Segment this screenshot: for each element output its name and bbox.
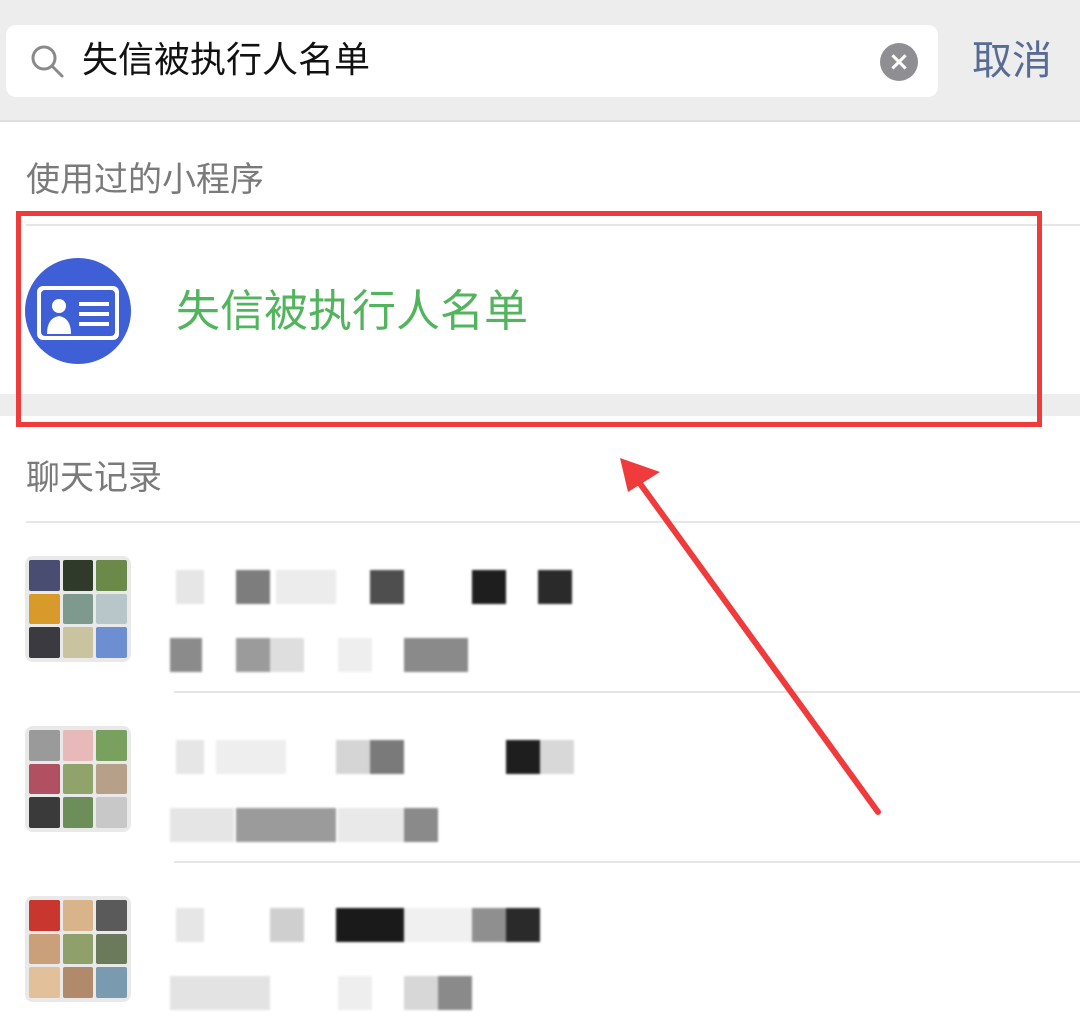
search-icon	[31, 45, 64, 78]
divider	[174, 861, 1080, 863]
divider	[174, 691, 1080, 693]
blurred-chat-title	[176, 570, 576, 604]
blurred-chat-subtitle	[170, 808, 470, 842]
blurred-chat-subtitle	[170, 976, 472, 1010]
clear-search-icon[interactable]: ×	[880, 43, 918, 81]
blurred-chat-title	[176, 740, 576, 774]
section-separator	[0, 394, 1080, 416]
search-input[interactable]: 失信被执行人名单	[6, 25, 938, 97]
mini-programs-section-header: 使用过的小程序	[26, 160, 264, 200]
blurred-chat-subtitle	[170, 638, 470, 672]
id-card-icon	[25, 258, 131, 364]
search-bar: 失信被执行人名单 × 取消	[0, 0, 1080, 122]
chat-result-row[interactable]	[0, 694, 1080, 862]
group-avatar-icon	[25, 556, 131, 662]
mini-program-name: 失信被执行人名单	[176, 286, 528, 337]
mini-program-item[interactable]: 失信被执行人名单	[0, 228, 1080, 394]
cancel-button[interactable]: 取消	[972, 36, 1052, 86]
blurred-chat-title	[176, 908, 576, 942]
group-avatar-icon	[25, 896, 131, 1002]
search-query-text[interactable]: 失信被执行人名单	[82, 39, 370, 83]
chat-result-row[interactable]	[0, 864, 1080, 1032]
chat-history-section-header: 聊天记录	[26, 458, 162, 498]
divider	[26, 521, 1080, 523]
chat-result-row[interactable]	[0, 524, 1080, 692]
group-avatar-icon	[25, 726, 131, 832]
divider	[26, 224, 1080, 226]
